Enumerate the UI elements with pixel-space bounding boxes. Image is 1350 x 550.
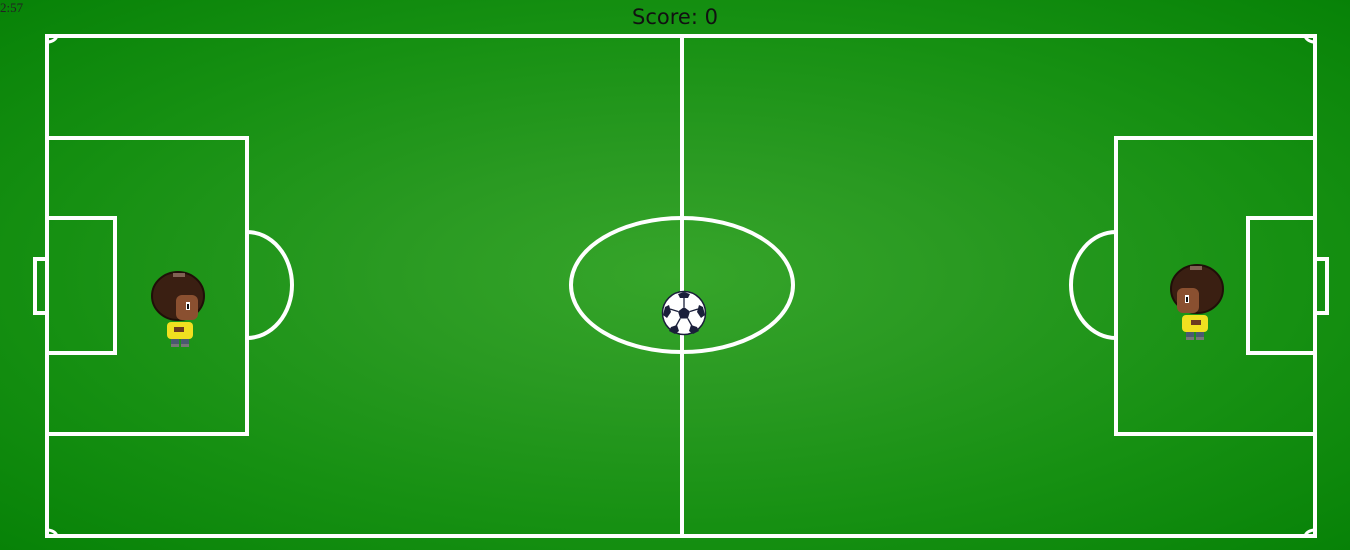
- right-goal: [1313, 257, 1329, 315]
- left-goal-box: [45, 216, 117, 355]
- left-penalty-arc: [246, 230, 294, 340]
- right-penalty-arc: [1069, 230, 1117, 340]
- left-goal: [33, 257, 49, 315]
- left-penalty-box: [45, 136, 249, 436]
- right-goal-box: [1246, 216, 1317, 355]
- right-player-sprite[interactable]: [1168, 263, 1224, 343]
- left-player-sprite[interactable]: [151, 270, 207, 350]
- soccer-ball-icon[interactable]: [661, 290, 707, 336]
